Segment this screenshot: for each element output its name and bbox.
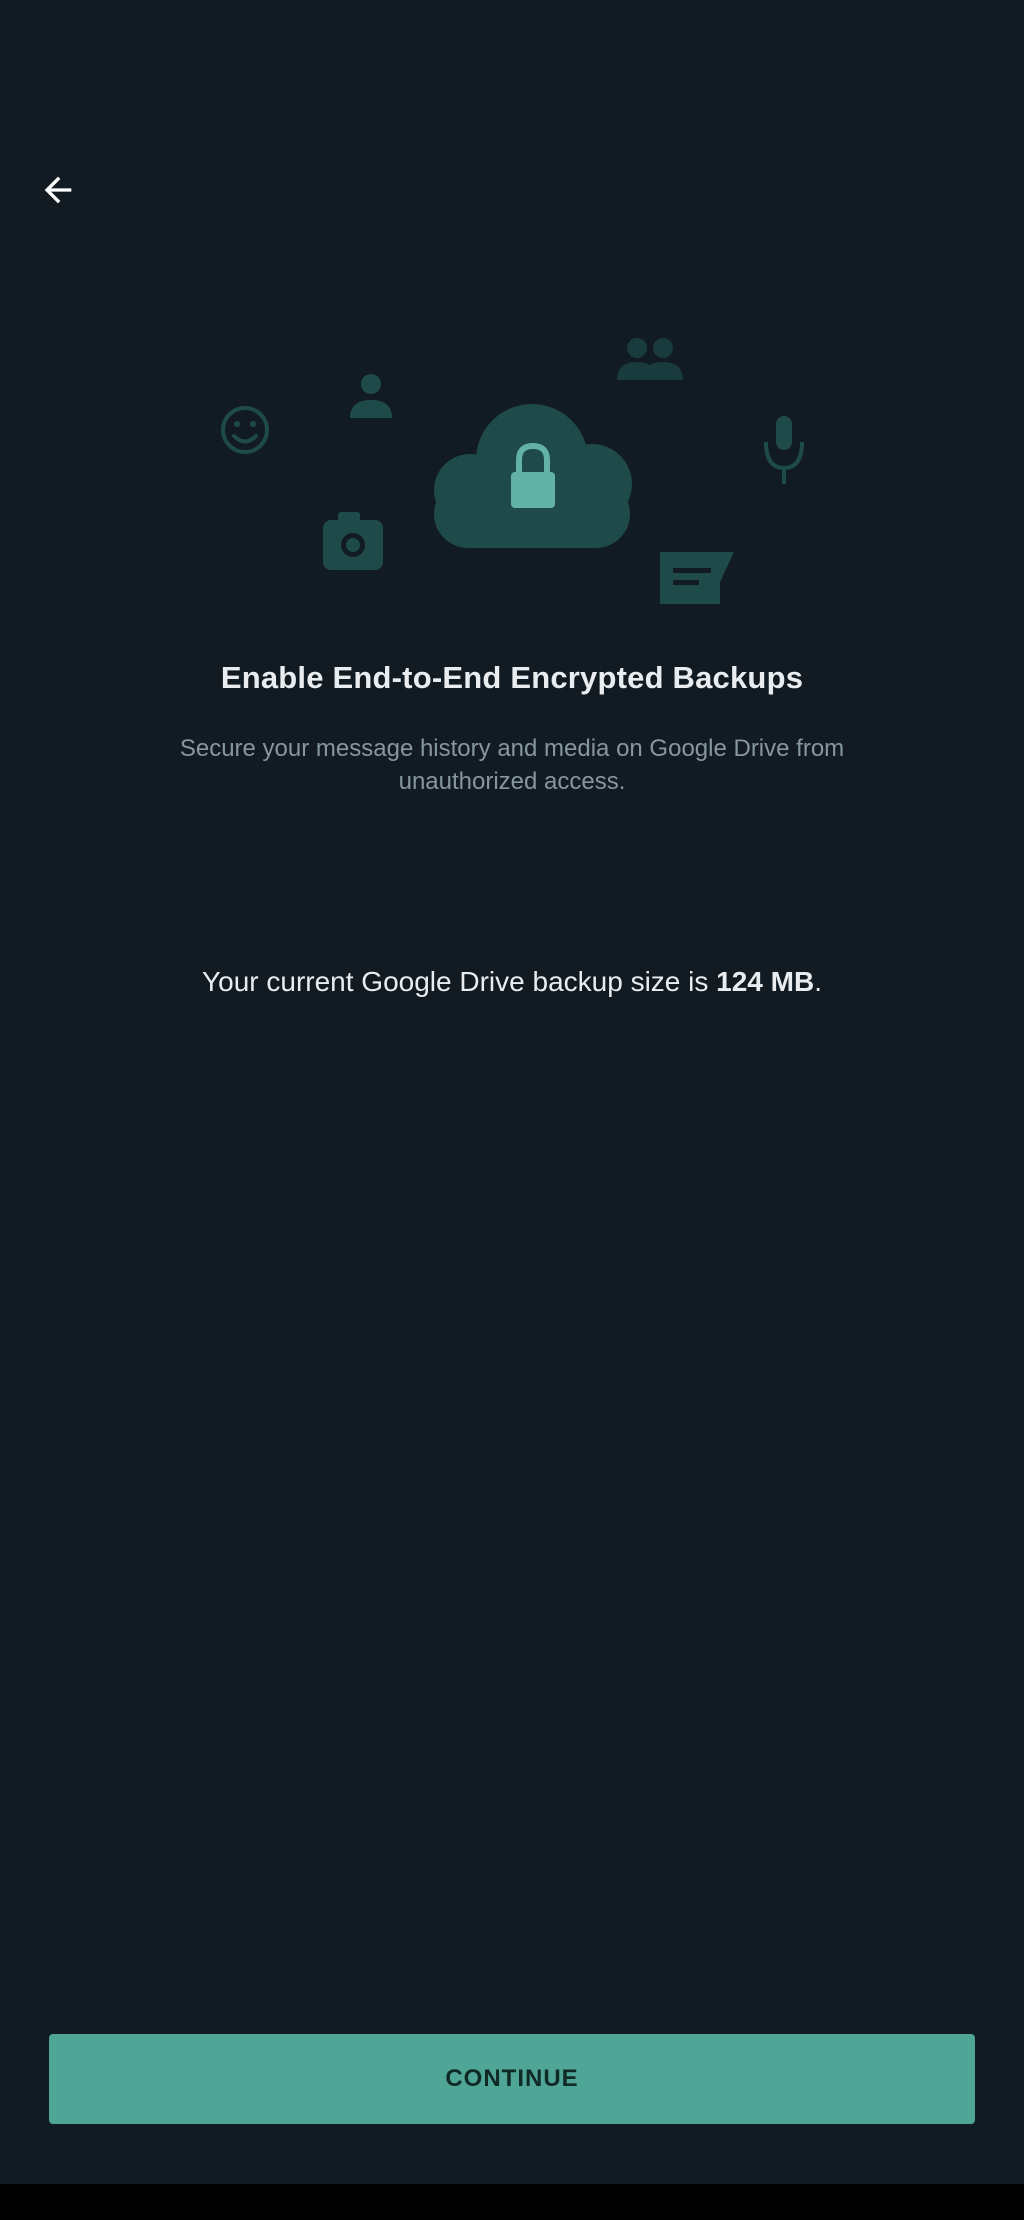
backup-size-text: Your current Google Drive backup size is… <box>0 966 1024 998</box>
backup-size-value: 124 MB <box>716 966 815 997</box>
continue-button[interactable]: CONTINUE <box>49 2034 975 2124</box>
arrow-left-icon <box>44 176 72 204</box>
back-button[interactable] <box>30 162 86 218</box>
page-title: Enable End-to-End Encrypted Backups <box>220 660 804 695</box>
encrypted-backup-illustration <box>221 338 804 604</box>
page-subtitle: Secure your message history and media on… <box>179 735 845 795</box>
backup-size-prefix: Your current Google Drive backup size is <box>202 966 717 997</box>
system-navigation-bar <box>0 2184 1024 2220</box>
backup-encryption-screen: Enable End-to-End Encrypted Backups Secu… <box>0 0 1024 2184</box>
microphone-icon <box>764 416 804 484</box>
person-icon <box>350 374 392 418</box>
camera-icon <box>323 512 383 570</box>
cloud-lock-icon <box>434 404 632 548</box>
group-icon <box>617 338 683 380</box>
chat-icon <box>660 552 734 604</box>
smiley-icon <box>221 406 269 454</box>
backup-size-suffix: . <box>814 966 822 997</box>
